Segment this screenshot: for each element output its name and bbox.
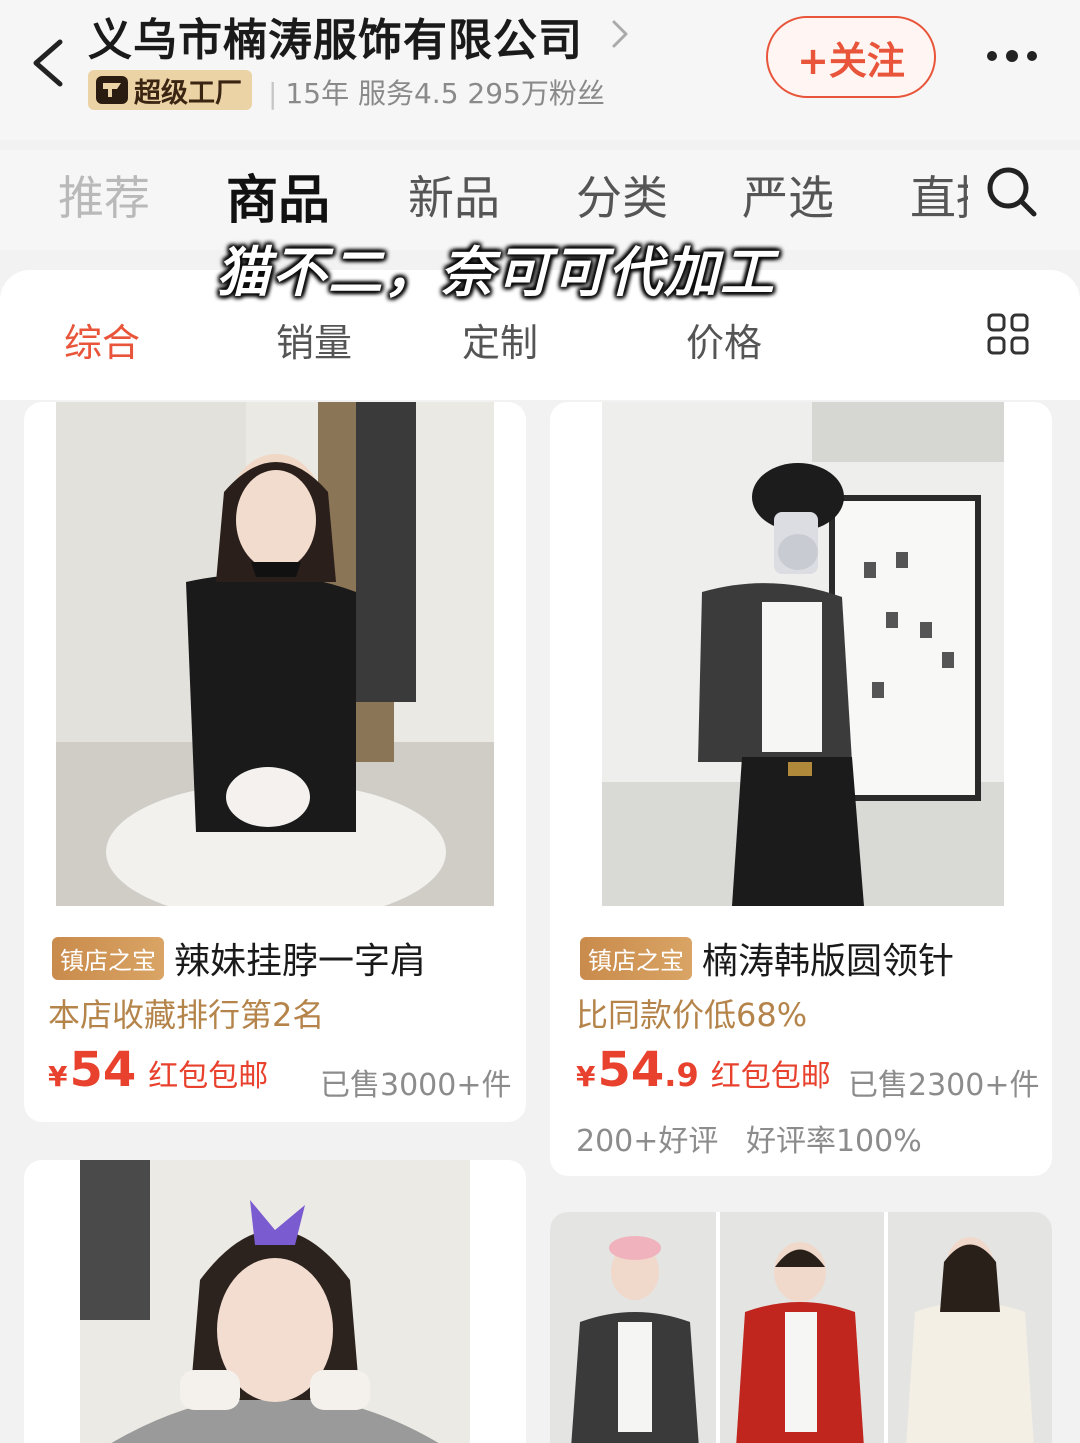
shop-header: 义乌市楠涛服饰有限公司 超级工厂 | 15年 服务4.5 295万粉丝 +关注 [0, 0, 1080, 140]
search-icon[interactable] [984, 164, 1038, 218]
sold-count: 已售2300+件 [848, 1068, 1040, 1103]
grid-view-icon[interactable] [986, 312, 1030, 356]
shop-fans: 295万粉丝 [467, 77, 605, 110]
product-title-row: 镇店之宝 楠涛韩版圆领针 [580, 932, 954, 984]
review-stats: 200+好评 好评率100% [576, 1116, 922, 1160]
shop-service-score: 服务4.5 [357, 77, 459, 110]
tab-category[interactable]: 分类 [576, 162, 668, 228]
shop-years: 15年 [285, 77, 350, 110]
shop-name[interactable]: 义乌市楠涛服饰有限公司 [88, 4, 583, 68]
price-row: ¥ 54 红包包邮 [48, 1042, 268, 1098]
price-row: ¥ 54 .9 红包包邮 [576, 1042, 831, 1098]
follow-button[interactable]: +关注 [766, 16, 936, 98]
review-count: 200+好评 [576, 1124, 719, 1159]
product-card[interactable] [550, 1212, 1052, 1443]
sort-custom[interactable]: 定制 [462, 312, 538, 367]
sold-count: 已售3000+件 [320, 1068, 512, 1103]
price-decimal: .9 [664, 1056, 699, 1094]
product-card[interactable]: 镇店之宝 楠涛韩版圆领针 比同款价低68% ¥ 54 .9 红包包邮 已售230… [550, 402, 1052, 1176]
product-image[interactable] [56, 402, 494, 906]
product-subline: 比同款价低68% [576, 996, 808, 1034]
product-photo-1 [56, 402, 494, 906]
factory-badge-icon [96, 76, 128, 104]
currency-symbol: ¥ [576, 1060, 596, 1093]
back-icon[interactable] [26, 38, 70, 88]
product-photo-4 [550, 1212, 1052, 1443]
shop-stats: | 15年 服务4.5 295万粉丝 [268, 77, 605, 110]
chevron-right-icon[interactable] [608, 16, 632, 52]
tab-products[interactable]: 商品 [226, 158, 330, 233]
tab-selected[interactable]: 严选 [742, 162, 834, 228]
positive-rate: 好评率100% [745, 1124, 922, 1159]
product-card[interactable] [24, 1160, 526, 1443]
product-card[interactable]: 镇店之宝 辣妹挂脖一字肩 本店收藏排行第2名 ¥ 54 红包包邮 已售3000+… [24, 402, 526, 1122]
promo-label: 红包包邮 [710, 1059, 831, 1094]
sort-price[interactable]: 价格 [686, 312, 762, 367]
price-integer: 54 [69, 1042, 137, 1098]
product-subline: 本店收藏排行第2名 [48, 996, 325, 1034]
product-feed: 镇店之宝 辣妹挂脖一字肩 本店收藏排行第2名 ¥ 54 红包包邮 已售3000+… [0, 400, 1080, 1443]
store-treasure-tag: 镇店之宝 [52, 936, 164, 980]
product-title[interactable]: 楠涛韩版圆领针 [702, 932, 954, 984]
product-title[interactable]: 辣妹挂脖一字肩 [174, 932, 426, 984]
product-image[interactable] [550, 1212, 1052, 1443]
currency-symbol: ¥ [48, 1060, 68, 1093]
price-integer: 54 [597, 1042, 665, 1098]
badge-label: 超级工厂 [134, 77, 242, 109]
tab-recommend[interactable]: 推荐 [58, 162, 150, 228]
product-photo-2 [602, 402, 1004, 906]
promo-label: 红包包邮 [148, 1059, 269, 1094]
product-title-row: 镇店之宝 辣妹挂脖一字肩 [52, 932, 426, 984]
sort-sales[interactable]: 销量 [276, 312, 352, 367]
tab-new[interactable]: 新品 [408, 162, 500, 228]
more-icon[interactable] [984, 48, 1040, 64]
sort-overall[interactable]: 综合 [64, 312, 140, 367]
tab-live[interactable]: 直播 [910, 162, 968, 228]
product-image[interactable] [602, 402, 1004, 906]
product-image[interactable] [80, 1160, 470, 1443]
super-factory-badge: 超级工厂 [88, 70, 252, 110]
store-treasure-tag: 镇店之宝 [580, 936, 692, 980]
overlay-caption: 猫不二，奈可可代加工 [216, 241, 776, 304]
product-photo-3 [80, 1160, 470, 1443]
